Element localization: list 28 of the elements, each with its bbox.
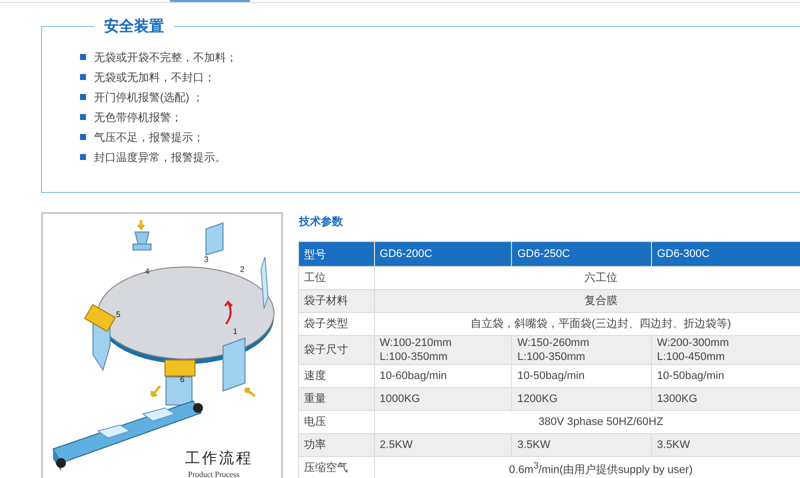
safety-item: 无袋或无加料，不封口； <box>94 70 215 84</box>
safety-item: 开门停机报警(选配) ； <box>94 90 204 104</box>
safety-item: 气压不足，报警提示； <box>94 130 204 144</box>
column-header: GD6-200C <box>374 242 512 266</box>
row-label: 压缩空气 <box>298 456 374 478</box>
safety-title: 安全装置 <box>103 17 165 36</box>
station-number: 5 <box>116 310 120 319</box>
column-header: 型号 <box>298 242 374 266</box>
station-number: 1 <box>233 327 238 336</box>
station-number: 3 <box>204 255 208 264</box>
diagram-subcaption: Product Process <box>188 470 240 478</box>
column-header: GD6-250C <box>512 242 652 266</box>
diagram-caption: 工作流程 <box>185 450 253 467</box>
active-tab-indicator[interactable] <box>170 0 250 2</box>
station-number: 6 <box>180 375 184 384</box>
bullet-icon <box>80 134 86 140</box>
station-number: 4 <box>145 267 150 276</box>
station-number: 2 <box>240 265 244 274</box>
bullet-icon <box>80 54 86 60</box>
bullet-icon <box>80 154 86 160</box>
bullet-icon <box>80 74 86 80</box>
bullet-icon <box>80 94 86 100</box>
bullet-icon <box>80 114 86 120</box>
safety-item: 无袋或开袋不完整，不加料； <box>94 50 237 64</box>
safety-item: 封口温度异常，报警提示。 <box>94 150 226 164</box>
column-header: GD6-300C <box>651 242 800 266</box>
specs-title: 技术参数 <box>299 214 344 229</box>
safety-item: 无色带停机报警； <box>94 110 182 124</box>
